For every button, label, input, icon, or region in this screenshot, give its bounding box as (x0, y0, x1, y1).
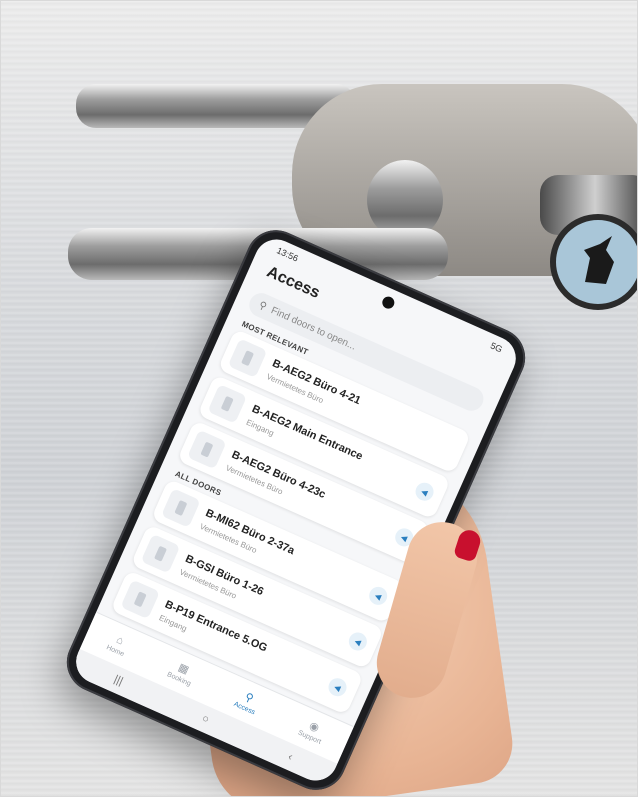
open-door-button[interactable]: ◀ (412, 479, 437, 504)
door-icon (187, 429, 227, 470)
tab-home[interactable]: ⌂ Home (105, 631, 131, 658)
photo-scene: 13:56 5G Access ⚲ Find doors to open... … (0, 0, 638, 797)
back-icon[interactable]: ‹ (286, 751, 294, 763)
door-icon (161, 488, 201, 528)
door-icon (140, 533, 181, 574)
tab-label: Home (105, 643, 126, 658)
search-icon: ⚲ (257, 299, 269, 313)
open-door-button[interactable]: ◀ (325, 675, 350, 700)
status-network: 5G (488, 340, 504, 355)
tab-label: Access (232, 700, 257, 716)
open-door-button[interactable]: ◀ (345, 629, 370, 654)
status-time: 13:56 (275, 245, 300, 264)
open-door-button[interactable]: ◀ (366, 583, 391, 608)
calendar-icon: ▦ (176, 660, 191, 677)
home-icon: ⌂ (114, 633, 126, 648)
tab-support[interactable]: ◉ Support (297, 716, 328, 745)
home-button-icon[interactable]: ○ (200, 712, 211, 726)
tab-access[interactable]: ⚲ Access (233, 688, 262, 716)
door-icon (120, 579, 160, 620)
recent-apps-icon[interactable]: ||| (112, 673, 125, 687)
door-icon (227, 338, 268, 378)
door-icon (207, 384, 248, 424)
tab-booking[interactable]: ▦ Booking (166, 658, 198, 687)
support-icon: ◉ (307, 719, 322, 735)
key-icon: ⚲ (243, 690, 256, 705)
